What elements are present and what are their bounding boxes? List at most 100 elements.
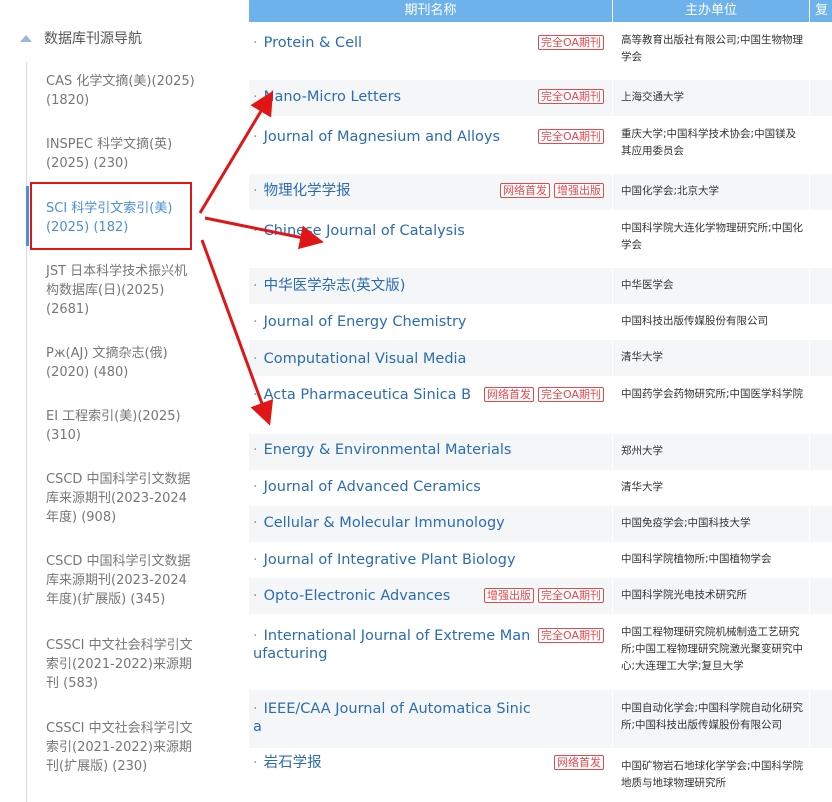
journal-table: 期刊名称 主办单位 复 · Protein & Cell 完全OA期刊 高等教育出版社… <box>249 0 832 802</box>
sidebar-item[interactable]: CSCD 中国科学引文数据库来源期刊(2023-2024年度)(扩展版) (34… <box>46 552 196 609</box>
status-badge: 增强出版 <box>484 588 534 603</box>
sidebar-item[interactable]: CSCD 中国科学引文数据库来源期刊(2023-2024年度) (908) <box>46 470 196 527</box>
journal-name[interactable]: Computational Visual Media <box>264 351 467 367</box>
journal-name[interactable]: Cellular & Molecular Immunology <box>264 515 505 531</box>
journal-tags: 完全OA期刊 <box>538 89 604 104</box>
sidebar-item[interactable]: CSSCI 中文社会科学引文索引(2021-2022)来源期刊(扩展版) (23… <box>46 719 196 776</box>
table-row: · 岩石学报 网络首发 中国矿物岩石地球化学学会;中国科学院地质与地球物理研究所 <box>249 748 832 802</box>
column-header-journal-name[interactable]: 期刊名称 <box>249 0 612 22</box>
journal-name[interactable]: 物理化学学报 <box>264 183 351 199</box>
bullet-icon: · <box>253 588 258 604</box>
sponsor-unit: 高等教育出版社有限公司;中国生物物理学会 <box>621 34 804 63</box>
journal-tags: 完全OA期刊 <box>538 628 604 643</box>
sponsor-unit: 清华大学 <box>621 481 663 493</box>
journal-name-link[interactable]: · 中华医学杂志(英文版) <box>253 277 537 295</box>
table-row: · Energy & Environmental Materials 郑州大学 <box>249 434 832 470</box>
status-badge: 完全OA期刊 <box>538 89 604 104</box>
sidebar-item[interactable]: INSPEC 科学文摘(英)(2025) (230) <box>46 135 196 173</box>
collapse-caret-icon[interactable] <box>20 34 32 42</box>
sponsor-unit: 郑州大学 <box>621 445 663 457</box>
journal-name-link[interactable]: · International Journal of Extreme Manufa… <box>253 627 537 663</box>
bullet-icon: · <box>253 387 258 403</box>
database-nav-sidebar: 数据库刊源导航 CAS 化学文摘(美)(2025)(1820) INSPEC 科学… <box>0 0 210 802</box>
journal-name[interactable]: 中华医学杂志(英文版) <box>264 278 406 294</box>
journal-name-link[interactable]: · 岩石学报 <box>253 754 537 772</box>
journal-name[interactable]: Journal of Integrative Plant Biology <box>264 552 516 568</box>
status-badge: 完全OA期刊 <box>538 387 604 402</box>
journal-tags: 完全OA期刊 <box>538 129 604 144</box>
column-header-partial[interactable]: 复 <box>815 0 832 22</box>
bullet-icon: · <box>253 479 258 495</box>
bullet-icon: · <box>253 628 258 644</box>
journal-name-link[interactable]: · Journal of Energy Chemistry <box>253 313 537 331</box>
journal-name[interactable]: Chinese Journal of Catalysis <box>264 223 465 239</box>
sponsor-unit: 中国科学院光电技术研究所 <box>621 589 747 601</box>
sponsor-unit: 中国工程物理研究院机械制造工艺研究所;中国工程物理研究院激光聚变研究中心;大连理… <box>621 626 804 672</box>
bullet-icon: · <box>253 223 258 239</box>
bullet-icon: · <box>253 35 258 51</box>
journal-name[interactable]: 岩石学报 <box>264 755 322 771</box>
journal-name-link[interactable]: · Chinese Journal of Catalysis <box>253 222 537 240</box>
bullet-icon: · <box>253 278 258 294</box>
journal-name-link[interactable]: · Nano-Micro Letters <box>253 88 537 106</box>
sponsor-unit: 中国科学院大连化学物理研究所;中国化学会 <box>621 222 804 251</box>
journal-name-link[interactable]: · Energy & Environmental Materials <box>253 441 537 459</box>
sidebar-item[interactable]: CSSCI 中文社会科学引文索引(2021-2022)来源期刊 (583) <box>46 636 196 693</box>
active-indicator <box>26 186 29 246</box>
bullet-icon: · <box>253 129 258 145</box>
status-badge: 完全OA期刊 <box>538 35 604 50</box>
sponsor-unit: 中国科技出版传媒股份有限公司 <box>621 315 768 327</box>
journal-name-link[interactable]: · Journal of Magnesium and Alloys <box>253 128 537 146</box>
status-badge: 完全OA期刊 <box>538 628 604 643</box>
sidebar-title: 数据库刊源导航 <box>44 31 142 47</box>
journal-name[interactable]: Energy & Environmental Materials <box>264 442 512 458</box>
sidebar-rail <box>26 62 27 802</box>
journal-name-link[interactable]: · Computational Visual Media <box>253 350 537 368</box>
journal-name[interactable]: IEEE/CAA Journal of Automatica Sinica <box>253 701 531 735</box>
sponsor-unit: 中华医学会 <box>621 279 674 291</box>
journal-name-link[interactable]: · Journal of Integrative Plant Biology <box>253 551 537 569</box>
sponsor-unit: 重庆大学;中国科学技术协会;中国镁及其应用委员会 <box>621 128 797 157</box>
sponsor-unit: 中国免疫学会;中国科技大学 <box>621 517 751 529</box>
journal-name-link[interactable]: · IEEE/CAA Journal of Automatica Sinica <box>253 700 537 736</box>
bullet-icon: · <box>253 442 258 458</box>
sidebar-item[interactable]: CAS 化学文摘(美)(2025)(1820) <box>46 72 196 110</box>
sponsor-unit: 上海交通大学 <box>621 91 684 103</box>
column-header-sponsor[interactable]: 主办单位 <box>613 0 809 22</box>
table-row: · Journal of Magnesium and Alloys 完全OA期刊 重庆… <box>249 116 832 174</box>
journal-tags: 网络首发 完全OA期刊 <box>484 387 604 402</box>
journal-tags: 完全OA期刊 <box>538 35 604 50</box>
journal-tags: 网络首发 增强出版 <box>500 183 604 198</box>
journal-name[interactable]: Journal of Advanced Ceramics <box>264 479 481 495</box>
sponsor-unit: 中国化学会;北京大学 <box>621 185 720 197</box>
journal-name[interactable]: Nano-Micro Letters <box>264 89 401 105</box>
journal-name[interactable]: Journal of Magnesium and Alloys <box>264 129 500 145</box>
journal-name-link[interactable]: · Protein & Cell <box>253 34 537 52</box>
journal-name[interactable]: Journal of Energy Chemistry <box>264 314 467 330</box>
table-row: · Journal of Energy Chemistry 中国科技出版传媒股份有限… <box>249 304 832 340</box>
table-row: · Nano-Micro Letters 完全OA期刊 上海交通大学 <box>249 80 832 116</box>
journal-name[interactable]: Opto-Electronic Advances <box>264 588 451 604</box>
journal-name-link[interactable]: · Journal of Advanced Ceramics <box>253 478 537 496</box>
table-row: · 物理化学学报 网络首发 增强出版 中国化学会;北京大学 <box>249 174 832 210</box>
bullet-icon: · <box>253 351 258 367</box>
journal-name[interactable]: Acta Pharmaceutica Sinica B <box>264 387 471 403</box>
table-row: · Chinese Journal of Catalysis 中国科学院大连化学物理… <box>249 210 832 268</box>
sponsor-unit: 中国自动化学会;中国科学院自动化研究所;中国科技出版传媒股份有限公司 <box>621 702 804 731</box>
table-row: · Acta Pharmaceutica Sinica B 网络首发 完全OA期刊 中国… <box>249 376 832 434</box>
table-header: 期刊名称 主办单位 复 <box>249 0 832 22</box>
table-row: · IEEE/CAA Journal of Automatica Sinica 中国… <box>249 690 832 748</box>
journal-name[interactable]: International Journal of Extreme Manufac… <box>253 628 530 662</box>
journal-name-link[interactable]: · Cellular & Molecular Immunology <box>253 514 537 532</box>
sidebar-item[interactable]: EI 工程索引(美)(2025)(310) <box>46 407 196 445</box>
journal-name[interactable]: Protein & Cell <box>264 35 362 51</box>
status-badge: 网络首发 <box>500 183 550 198</box>
bullet-icon: · <box>253 515 258 531</box>
status-badge: 完全OA期刊 <box>538 129 604 144</box>
sidebar-item[interactable]: JST 日本科学技术振兴机构数据库(日)(2025)(2681) <box>46 262 196 319</box>
annotation-highlight-box <box>30 182 192 250</box>
sidebar-header[interactable]: 数据库刊源导航 <box>20 28 142 48</box>
sponsor-unit: 清华大学 <box>621 351 663 363</box>
sidebar-item[interactable]: Рж(AJ) 文摘杂志(俄)(2020) (480) <box>46 344 196 382</box>
journal-name-link[interactable]: · 物理化学学报 <box>253 182 537 200</box>
